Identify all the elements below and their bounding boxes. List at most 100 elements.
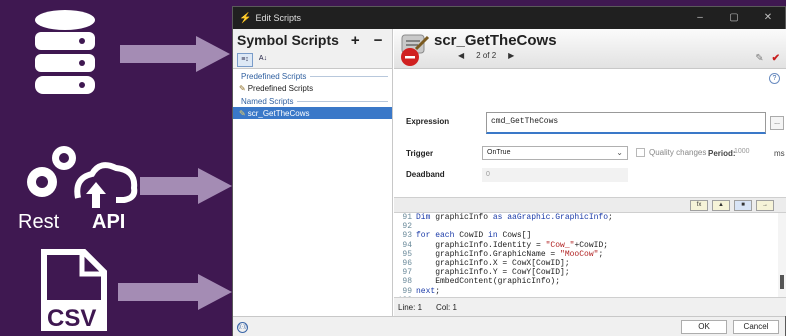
scrollbar-thumb[interactable] [780,275,784,289]
script-header: scr_GetTheCows ◀ 2 of 2 ▶ ✎ ✔ [394,29,786,69]
edit-pencil-icon[interactable]: ✎ [755,53,763,64]
validate-check-icon[interactable]: ✔ [772,53,780,64]
pane-header: Symbol Scripts + − [233,29,392,51]
expression-label: Expression [406,117,450,126]
checkbox-box [636,148,645,157]
code-editor[interactable]: 91 Dim graphicInfo as aaGraphic.GraphicIn… [394,213,786,305]
expression-input[interactable]: cmd_GetTheCows [486,112,766,134]
code-line[interactable]: 94 graphicInfo.Identity = "Cow_" +CowID; [394,241,786,250]
code-token: Cows[] [502,231,532,241]
arrow-right-icon [140,168,232,204]
line-number: 96 [402,258,412,268]
code-line[interactable]: 99 next; [394,287,786,296]
line-number: 93 [402,231,412,241]
tree-group-header: Predefined Scripts [233,69,392,82]
api-label: API [92,211,125,232]
code-line[interactable]: 96 graphicInfo.X = CowX[CowID]; [394,259,786,268]
code-token: aaGraphic.GraphicInfo [507,213,609,222]
code-token: "Cow_" [545,240,575,250]
deadband-input[interactable]: 0 [482,168,628,182]
tree-item-label: Predefined Scripts [247,83,314,93]
code-line[interactable]: 98 EmbedContent(graphicInfo); [394,277,786,286]
previous-script-button[interactable]: ◀ [458,51,464,60]
code-line[interactable]: 97 graphicInfo.Y = CowY[CowID]; [394,268,786,277]
code-line[interactable]: 93 for each CowID in Cows[] [394,231,786,240]
line-number: 94 [402,240,412,250]
code-token: as [492,213,508,222]
broadcast-icon[interactable]: ((·)) [237,322,248,333]
line-number: 91 [402,213,412,222]
code-token: graphicInfo.GraphicName = [416,249,561,259]
app-icon: ⚡ [239,12,252,24]
deadband-label: Deadband [406,170,445,179]
editor-toolbar: fx ▲ ■ → [394,197,786,213]
remove-script-button[interactable]: − [374,32,383,49]
code-token: +CowID; [574,240,609,250]
code-token: ; [435,286,441,296]
database-icon [35,10,95,94]
tree-item-predefined-scripts[interactable]: ✎ Predefined Scripts [233,82,392,94]
line-position: Line: 1 [398,302,423,312]
code-token: ; [608,213,613,222]
minimize-button[interactable]: – [683,7,717,29]
edit-scripts-window: ⚡ Edit Scripts – ▢ ✕ Symbol Scripts + − … [232,6,786,336]
title-bar: ⚡ Edit Scripts – ▢ ✕ [233,7,785,29]
csv-label: CSV [47,305,96,332]
column-position: Col: 1 [436,302,457,312]
maximize-button[interactable]: ▢ [717,7,751,29]
alphabetical-sort-icon[interactable]: A↓ [255,53,271,67]
code-token: EmbedContent(graphicInfo); [416,277,561,287]
group-label: Predefined Scripts [241,72,307,81]
code-line[interactable]: 91 Dim graphicInfo as aaGraphic.GraphicIn… [394,213,786,222]
add-script-button[interactable]: + [351,32,360,49]
tree-item-label: scr_GetTheCows [247,108,310,118]
graphic-browser-button[interactable]: ■ [734,200,752,211]
browse-expression-button[interactable]: ... [770,116,784,130]
group-divider [297,101,388,102]
close-button[interactable]: ✕ [751,7,785,29]
editor-status-bar: Line: 1 Col: 1 [394,297,786,316]
code-token: Dim [416,213,436,222]
ok-button[interactable]: OK [681,320,727,334]
attribute-browser-button[interactable]: ▲ [712,200,730,211]
period-unit: ms [774,149,785,158]
cloud-gears-icon: Rest API [18,146,138,232]
line-number: 98 [402,277,412,287]
period-input[interactable]: 1000 [732,145,770,159]
named-script-icon [401,34,430,66]
tree-group-header: Named Scripts [233,94,392,107]
code-line[interactable]: 95 graphicInfo.GraphicName = "MooCow"; [394,250,786,259]
script-properties: ? Expression cmd_GetTheCows ... Trigger … [394,69,786,197]
code-token: graphicInfo.X = CowX[CowID]; [416,258,570,268]
code-token: graphicInfo [435,213,493,222]
next-script-button[interactable]: ▶ [508,51,514,60]
code-token: graphicInfo.Identity = [416,240,546,250]
code-token: "MooCow" [560,249,599,259]
group-label: Named Scripts [241,97,294,106]
line-number: 99 [402,286,412,296]
tree-item-scr-getthecows[interactable]: ✎ scr_GetTheCows [233,107,392,119]
decorative-panel: Rest API CSV [0,0,232,336]
code-line[interactable]: 92 [394,222,786,231]
cancel-button[interactable]: Cancel [733,320,779,334]
categorized-sort-icon[interactable]: ≡↕ [237,52,253,67]
code-token: in [488,231,503,241]
code-token: CowID [459,231,489,241]
window-controls: – ▢ ✕ [683,7,785,29]
arrow-right-icon [120,36,230,72]
function-browser-button[interactable]: fx [690,200,708,211]
sort-toolbar: ≡↕ A↓ [233,51,392,69]
quality-changes-checkbox[interactable]: Quality changes [636,148,706,157]
arrow-right-icon [118,274,232,310]
insert-button[interactable]: → [756,200,774,211]
vertical-scrollbar[interactable] [778,213,786,297]
script-pager: ◀ 2 of 2 ▶ [452,51,520,60]
header-tools: ✎ ✔ [755,53,780,64]
pane-title: Symbol Scripts [237,32,339,48]
chevron-down-icon: ⌄ [616,148,623,157]
trigger-label: Trigger [406,149,434,158]
trigger-select[interactable]: OnTrue ⌄ [482,146,628,160]
script-name: scr_GetTheCows [434,32,557,49]
page-indicator: 2 of 2 [476,51,497,60]
help-icon[interactable]: ? [769,73,780,84]
